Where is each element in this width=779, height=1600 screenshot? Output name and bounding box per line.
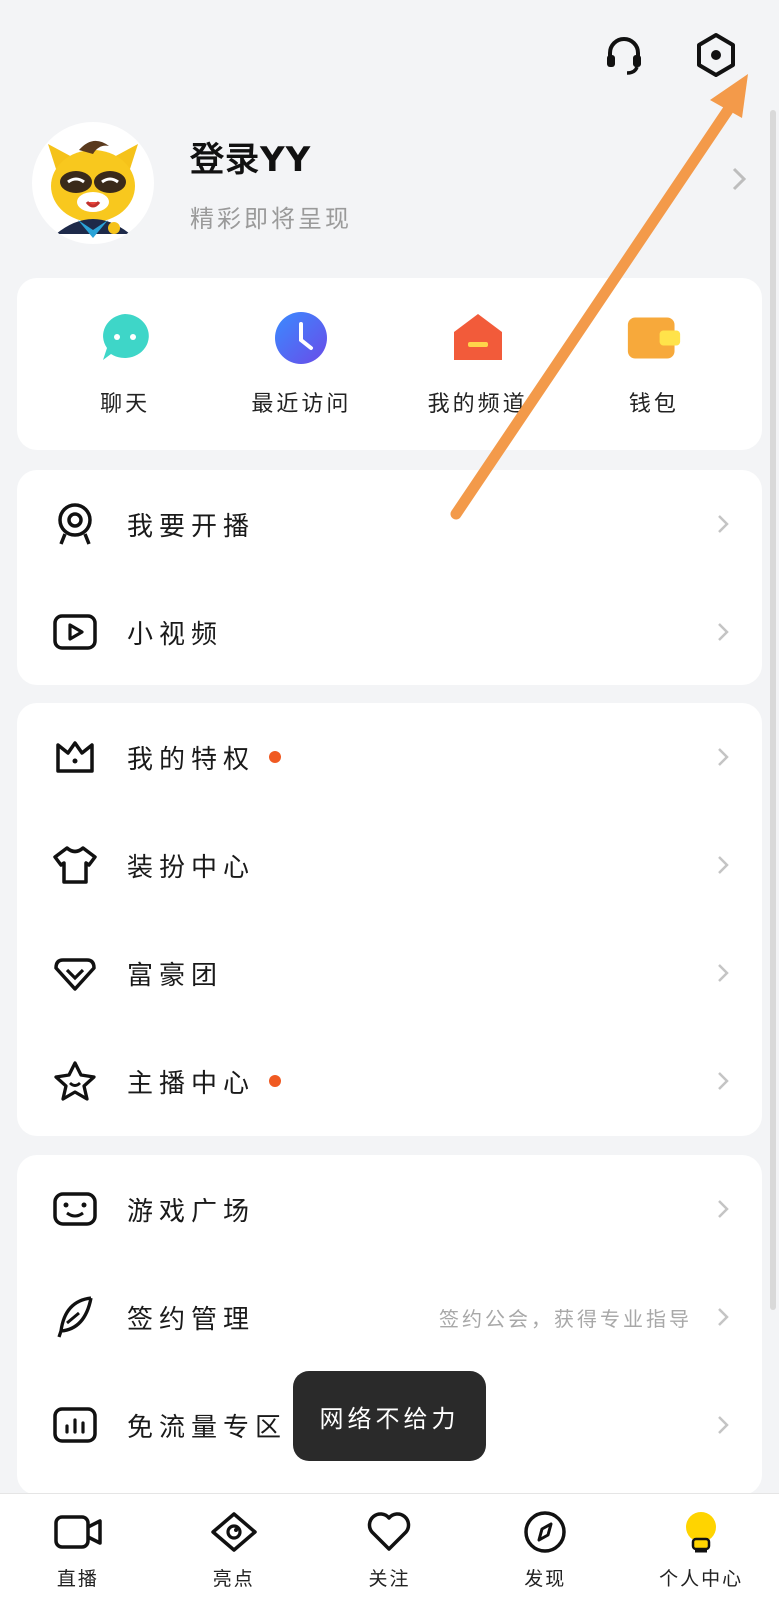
chevron-right-icon	[717, 165, 747, 200]
quick-action-recent[interactable]: 最近访问	[216, 310, 386, 418]
video-camera-icon	[52, 1508, 104, 1556]
chevron-right-icon	[712, 1070, 734, 1092]
menu-row-game-plaza[interactable]: 游戏广场	[17, 1155, 762, 1263]
quick-action-label: 最近访问	[251, 392, 352, 417]
chevron-right-icon	[712, 1198, 734, 1220]
menu-row-contract[interactable]: 签约管理 签约公会，获得专业指导	[17, 1263, 762, 1371]
notification-dot	[269, 1075, 282, 1087]
eye-icon	[208, 1508, 260, 1556]
settings-hexagon-icon[interactable]	[689, 28, 743, 82]
quick-action-wallet[interactable]: 钱包	[569, 310, 739, 418]
channel-icon	[450, 310, 506, 366]
data-chart-icon	[53, 1403, 97, 1447]
headset-icon[interactable]	[597, 28, 651, 82]
feather-icon	[53, 1295, 97, 1339]
menu-row-my-privilege[interactable]: 我的特权	[17, 703, 762, 811]
nav-tab-personal-center[interactable]: 个人中心	[623, 1494, 779, 1600]
quick-action-label: 我的频道	[427, 392, 528, 417]
quick-action-label: 钱包	[628, 392, 679, 417]
webcam-icon	[53, 502, 97, 546]
notification-dot	[269, 751, 282, 763]
nav-tab-label: 发现	[524, 1568, 567, 1590]
chevron-right-icon	[712, 854, 734, 876]
nav-tab-label: 直播	[56, 1568, 99, 1590]
menu-row-label: 签约管理	[127, 1304, 256, 1335]
menu-row-label: 装扮中心	[127, 852, 256, 883]
live-section-card: 我要开播 小视频	[17, 470, 762, 685]
chevron-right-icon	[712, 513, 734, 535]
chevron-right-icon	[712, 962, 734, 984]
menu-row-label: 我的特权	[127, 744, 256, 775]
profile-header[interactable]: 登录YY 精彩即将呈现	[32, 120, 747, 245]
nav-tab-live[interactable]: 直播	[0, 1494, 156, 1600]
chevron-right-icon	[712, 621, 734, 643]
menu-row-rich-club[interactable]: 富豪团	[17, 919, 762, 1027]
heart-icon	[363, 1508, 415, 1556]
menu-row-label: 我要开播	[127, 511, 256, 542]
menu-row-label: 免流量专区	[127, 1412, 288, 1443]
personal-center-page: 登录YY 精彩即将呈现 聊天 最近访问 我的频道 钱包 我要开播 小视频 我的特…	[0, 0, 779, 1600]
quick-action-channel[interactable]: 我的频道	[393, 310, 563, 418]
compass-icon	[519, 1508, 571, 1556]
top-actions	[597, 28, 743, 82]
clock-icon	[273, 310, 329, 366]
scrollbar[interactable]	[770, 110, 776, 1310]
wallet-icon	[626, 310, 682, 366]
yy-mascot-icon	[48, 140, 138, 238]
login-subtitle: 精彩即将呈现	[190, 204, 352, 233]
menu-row-label: 小视频	[127, 619, 224, 650]
privilege-section-card: 我的特权 装扮中心 富豪团 主播中心	[17, 703, 762, 1136]
login-title[interactable]: 登录YY	[190, 132, 717, 181]
nav-tab-label: 个人中心	[659, 1568, 744, 1590]
toast-message: 网络不给力	[293, 1371, 486, 1461]
gamepad-icon	[53, 1187, 97, 1231]
menu-row-label: 游戏广场	[127, 1196, 256, 1227]
chat-icon	[97, 310, 153, 366]
play-video-icon	[53, 610, 97, 654]
nav-tab-follow[interactable]: 关注	[312, 1494, 468, 1600]
chevron-right-icon	[712, 1306, 734, 1328]
avatar[interactable]	[32, 121, 154, 244]
chevron-right-icon	[712, 1414, 734, 1436]
bulb-icon	[675, 1508, 727, 1556]
diamond-icon	[53, 951, 97, 995]
quick-actions-card: 聊天 最近访问 我的频道 钱包	[17, 278, 762, 450]
menu-row-short-video[interactable]: 小视频	[17, 578, 762, 686]
crown-icon	[53, 735, 97, 779]
menu-row-label: 富豪团	[127, 960, 224, 991]
menu-row-subtitle: 签约公会，获得专业指导	[439, 1306, 692, 1331]
nav-tab-highlights[interactable]: 亮点	[156, 1494, 312, 1600]
menu-row-start-live[interactable]: 我要开播	[17, 470, 762, 578]
menu-row-dress-center[interactable]: 装扮中心	[17, 811, 762, 919]
quick-action-chat[interactable]: 聊天	[40, 310, 210, 418]
bottom-navigation: 直播 亮点 关注 发现 个人中心	[0, 1493, 779, 1600]
tshirt-icon	[53, 843, 97, 887]
nav-tab-label: 亮点	[212, 1568, 255, 1590]
profile-text: 登录YY 精彩即将呈现	[190, 132, 717, 234]
menu-row-label: 主播中心	[127, 1068, 256, 1099]
menu-row-anchor-center[interactable]: 主播中心	[17, 1027, 762, 1135]
chevron-right-icon	[712, 746, 734, 768]
star-icon	[53, 1059, 97, 1103]
nav-tab-discover[interactable]: 发现	[467, 1494, 623, 1600]
quick-action-label: 聊天	[100, 392, 151, 417]
nav-tab-label: 关注	[368, 1568, 411, 1590]
